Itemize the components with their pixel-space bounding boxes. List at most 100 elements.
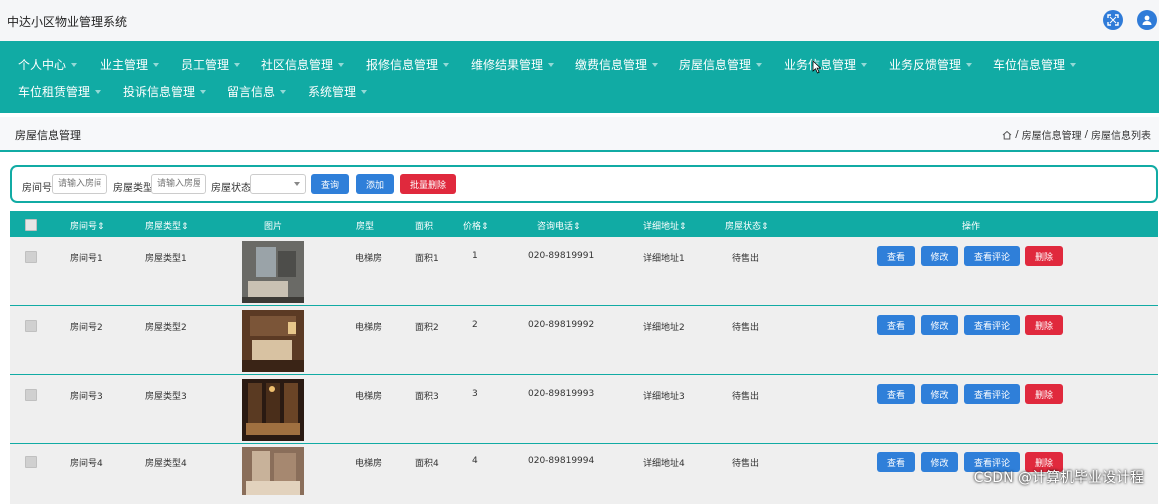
type-cell: 房屋类型3 (145, 392, 187, 402)
nav-item-system-management[interactable]: 系统管理 (308, 83, 368, 100)
address-cell: 详细地址3 (643, 392, 685, 402)
col-layout: 房型 (356, 222, 375, 232)
type-label: 房屋类型 (113, 183, 153, 194)
price-cell: 1 (472, 251, 478, 261)
col-image: 图片 (264, 222, 283, 232)
row-checkbox[interactable] (25, 389, 37, 401)
home-icon[interactable] (1002, 130, 1012, 140)
type-search-input[interactable] (151, 174, 206, 194)
col-price[interactable]: 价格⇕ (463, 219, 489, 232)
user-icon[interactable] (1137, 10, 1157, 30)
page-header: 房屋信息管理 / 房屋信息管理 / 房屋信息列表 (0, 117, 1159, 152)
room-cell: 房间号4 (70, 459, 103, 469)
row-checkbox[interactable] (25, 251, 37, 263)
chevron-down-icon (861, 62, 868, 67)
phone-cell: 020-89819992 (528, 320, 595, 330)
edit-button[interactable]: 修改 (921, 246, 958, 266)
mouse-cursor-icon (812, 60, 822, 74)
address-cell: 详细地址4 (643, 459, 685, 469)
price-cell: 3 (472, 389, 478, 399)
nav-item-house-info[interactable]: 房屋信息管理 (679, 56, 763, 73)
nav-item-personal-center[interactable]: 个人中心 (18, 56, 78, 73)
view-button[interactable]: 查看 (877, 246, 915, 266)
chevron-down-icon (95, 89, 102, 94)
row-checkbox[interactable] (25, 320, 37, 332)
nav-item-owner-management[interactable]: 业主管理 (100, 56, 160, 73)
view-button[interactable]: 查看 (877, 384, 915, 404)
edit-button[interactable]: 修改 (921, 384, 958, 404)
status-cell: 待售出 (732, 254, 760, 264)
nav-item-community-info[interactable]: 社区信息管理 (261, 56, 345, 73)
nav-item-payment-info[interactable]: 缴费信息管理 (575, 56, 659, 73)
chevron-down-icon (443, 62, 450, 67)
nav-item-repair-info[interactable]: 报修信息管理 (366, 56, 450, 73)
nav-item-business-info[interactable]: 业务信息管理 (784, 56, 868, 73)
area-cell: 面积2 (415, 323, 439, 333)
fullscreen-icon[interactable] (1103, 10, 1123, 30)
main-nav: 个人中心 业主管理 员工管理 社区信息管理 报修信息管理 维修结果管理 缴费信息… (0, 41, 1159, 113)
view-comments-button[interactable]: 查看评论 (964, 315, 1020, 335)
view-comments-button[interactable]: 查看评论 (964, 246, 1020, 266)
status-label: 房屋状态 (211, 183, 251, 194)
chevron-down-icon (548, 62, 555, 67)
add-button[interactable]: 添加 (356, 174, 394, 194)
nav-item-messages[interactable]: 留言信息 (227, 83, 287, 100)
nav-item-parking-rental[interactable]: 车位租赁管理 (18, 83, 102, 100)
area-cell: 面积4 (415, 459, 439, 469)
nav-item-parking-info[interactable]: 车位信息管理 (993, 56, 1077, 73)
query-button[interactable]: 查询 (311, 174, 349, 194)
search-panel: 房间号 房屋类型 房屋状态 查询 添加 批量删除 (10, 165, 1158, 203)
type-cell: 房屋类型4 (145, 459, 187, 469)
room-cell: 房间号1 (70, 254, 103, 264)
address-cell: 详细地址2 (643, 323, 685, 333)
type-cell: 房屋类型2 (145, 323, 187, 333)
edit-button[interactable]: 修改 (921, 315, 958, 335)
layout-cell: 电梯房 (355, 459, 383, 469)
view-button[interactable]: 查看 (877, 315, 915, 335)
layout-cell: 电梯房 (355, 323, 383, 333)
select-all-checkbox[interactable] (25, 219, 37, 231)
status-cell: 待售出 (732, 323, 760, 333)
breadcrumb-item-house-info[interactable]: 房屋信息管理 (1022, 127, 1082, 142)
chevron-down-icon (234, 62, 241, 67)
house-thumbnail (242, 310, 304, 372)
view-button[interactable]: 查看 (877, 452, 915, 472)
layout-cell: 电梯房 (355, 254, 383, 264)
col-room[interactable]: 房间号⇕ (70, 219, 105, 232)
chevron-down-icon (280, 89, 287, 94)
delete-button[interactable]: 删除 (1025, 315, 1063, 335)
area-cell: 面积1 (415, 254, 439, 264)
area-cell: 面积3 (415, 392, 439, 402)
nav-item-repair-result[interactable]: 维修结果管理 (471, 56, 555, 73)
table-row: 房间号3 房屋类型3 电梯房 面积3 3 020-89819993 详细地址3 … (10, 375, 1158, 444)
page-title: 房屋信息管理 (15, 129, 81, 142)
delete-button[interactable]: 删除 (1025, 384, 1063, 404)
room-label: 房间号 (22, 183, 52, 194)
room-search-input[interactable] (52, 174, 107, 194)
delete-button[interactable]: 删除 (1025, 246, 1063, 266)
nav-item-staff-management[interactable]: 员工管理 (181, 56, 241, 73)
chevron-down-icon (756, 62, 763, 67)
type-cell: 房屋类型1 (145, 254, 187, 264)
chevron-down-icon (200, 89, 207, 94)
status-cell: 待售出 (732, 459, 760, 469)
status-select[interactable] (250, 174, 306, 194)
view-comments-button[interactable]: 查看评论 (964, 384, 1020, 404)
room-cell: 房间号3 (70, 392, 103, 402)
col-type[interactable]: 房屋类型⇕ (145, 219, 189, 232)
batch-delete-button[interactable]: 批量删除 (400, 174, 456, 194)
col-address[interactable]: 详细地址⇕ (643, 219, 687, 232)
col-status[interactable]: 房屋状态⇕ (725, 219, 769, 232)
phone-cell: 020-89819991 (528, 251, 595, 261)
address-cell: 详细地址1 (643, 254, 685, 264)
nav-item-business-feedback[interactable]: 业务反馈管理 (889, 56, 973, 73)
breadcrumb: / 房屋信息管理 / 房屋信息列表 (1002, 127, 1151, 142)
status-cell: 待售出 (732, 392, 760, 402)
house-thumbnail (242, 379, 304, 441)
price-cell: 4 (472, 456, 478, 466)
col-phone[interactable]: 咨询电话⇕ (537, 219, 581, 232)
nav-item-complaint-info[interactable]: 投诉信息管理 (123, 83, 207, 100)
row-checkbox[interactable] (25, 456, 37, 468)
watermark: CSDN @计算机毕业设计程 (973, 470, 1144, 486)
edit-button[interactable]: 修改 (921, 452, 958, 472)
